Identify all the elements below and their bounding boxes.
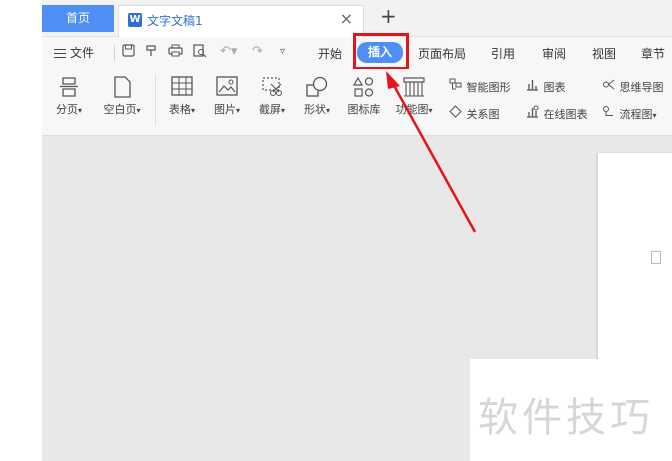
separator [114, 45, 115, 61]
function-chart-button[interactable]: 功能图▾ [389, 76, 439, 117]
menu-chapter[interactable]: 章节 [641, 45, 665, 62]
tab-home[interactable]: 首页 [42, 5, 114, 32]
watermark-text: 软件技巧 [478, 395, 654, 441]
mindmap-button[interactable]: 思维导图 [602, 78, 664, 95]
menu-page-layout[interactable]: 页面布局 [418, 45, 466, 62]
print-preview-icon[interactable] [193, 44, 207, 62]
page-break-icon [51, 76, 87, 98]
dropdown-icon: ▾ [77, 106, 82, 115]
separator [155, 74, 156, 126]
smart-graphic-label: 智能图形 [466, 81, 511, 94]
relation-chart-button[interactable]: 关系图 [449, 105, 500, 122]
print-icon[interactable] [168, 44, 183, 61]
picture-label: 图片 [213, 103, 236, 116]
blank-page-icon [97, 76, 147, 98]
dropdown-icon: ▾ [280, 106, 285, 115]
page-marker-icon [651, 251, 661, 264]
document-title: 文字文稿1 [147, 14, 203, 28]
smart-graphic-icon [449, 78, 463, 94]
picture-icon [209, 76, 245, 98]
page-break-label: 分页 [55, 103, 78, 116]
function-chart-label: 功能图 [395, 103, 429, 116]
flowchart-button[interactable]: 流程图▾ [602, 105, 657, 122]
hamburger-icon [54, 49, 66, 58]
function-chart-icon [389, 76, 439, 98]
table-button[interactable]: 表格▾ [164, 76, 200, 117]
flowchart-label: 流程图 [619, 108, 653, 121]
undo-icon[interactable]: ↶▾ [220, 44, 237, 59]
new-tab-icon[interactable]: + [380, 4, 397, 28]
table-icon [164, 76, 200, 98]
dropdown-icon: ▾ [325, 106, 330, 115]
screenshot-icon [254, 76, 290, 98]
quick-access-dropdown-icon[interactable]: ▿ [280, 46, 285, 57]
dropdown-icon: ▾ [652, 111, 657, 120]
relation-chart-icon [449, 105, 463, 121]
chart-button[interactable]: 图表 [526, 78, 566, 95]
tab-document[interactable]: W 文字文稿1 × [118, 5, 364, 37]
redo-icon[interactable]: ↷ [252, 44, 263, 59]
smart-graphic-button[interactable]: 智能图形 [449, 78, 511, 95]
mindmap-label: 思维导图 [619, 81, 664, 94]
shapes-icon [299, 76, 335, 98]
dropdown-icon: ▾ [428, 106, 433, 115]
icon-library-button[interactable]: 图标库 [344, 76, 384, 117]
page-break-button[interactable]: 分页▾ [51, 76, 87, 117]
screenshot-button[interactable]: 截屏▾ [254, 76, 290, 117]
insert-ribbon: 分页▾ 空白页▾ 表格▾ 图片▾ 截屏▾ 形状▾ 图标库 功能图▾ 智能图形 关… [42, 69, 672, 136]
dropdown-icon: ▾ [190, 106, 195, 115]
screenshot-label: 截屏 [258, 103, 281, 116]
dropdown-icon: ▾ [235, 106, 240, 115]
close-tab-icon[interactable]: × [340, 9, 353, 28]
chart-icon [526, 78, 540, 94]
writer-doc-icon: W [128, 13, 142, 27]
format-painter-icon[interactable] [145, 44, 158, 62]
blank-page-label: 空白页 [103, 103, 137, 116]
shapes-button[interactable]: 形状▾ [299, 76, 335, 117]
dropdown-icon: ▾ [136, 106, 141, 115]
icon-library-icon [344, 76, 384, 98]
tab-bar: 首页 W 文字文稿1 × + [42, 0, 672, 37]
relation-chart-label: 关系图 [466, 108, 500, 121]
save-icon[interactable] [122, 44, 135, 61]
insert-highlight-box [353, 33, 409, 70]
picture-button[interactable]: 图片▾ [209, 76, 245, 117]
menu-view[interactable]: 视图 [592, 45, 616, 62]
blank-page-button[interactable]: 空白页▾ [97, 76, 147, 117]
menu-review[interactable]: 审阅 [542, 45, 566, 62]
flowchart-icon [602, 105, 616, 121]
menu-references[interactable]: 引用 [491, 45, 515, 62]
shapes-label: 形状 [303, 103, 326, 116]
chart-label: 图表 [543, 81, 566, 94]
file-menu-label: 文件 [70, 46, 95, 60]
table-label: 表格 [168, 103, 191, 116]
mindmap-icon [602, 78, 616, 94]
online-chart-icon [526, 105, 540, 121]
online-chart-button[interactable]: 在线图表 [526, 105, 588, 122]
online-chart-label: 在线图表 [543, 108, 588, 121]
icon-library-label: 图标库 [347, 103, 381, 116]
file-menu-button[interactable]: 文件 [54, 44, 94, 61]
menu-start[interactable]: 开始 [318, 45, 342, 62]
